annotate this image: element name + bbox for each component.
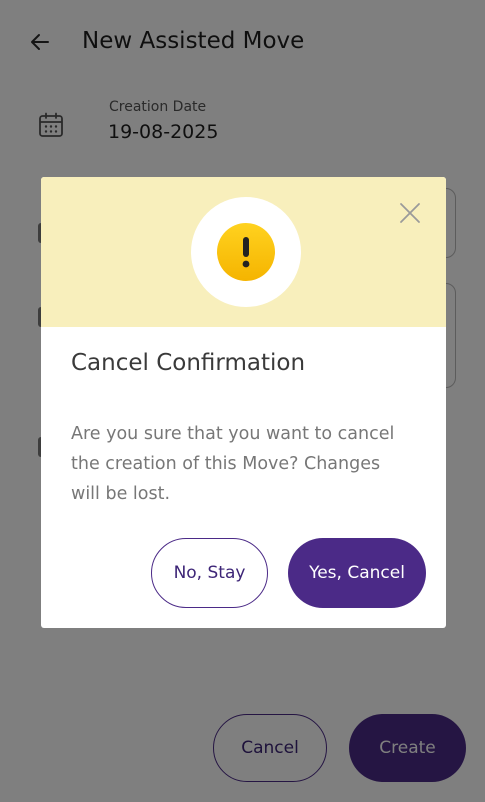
cancel-confirmation-dialog: Cancel Confirmation Are you sure that yo… bbox=[41, 177, 446, 628]
yes-cancel-button[interactable]: Yes, Cancel bbox=[288, 538, 426, 608]
exclamation-icon bbox=[242, 237, 250, 268]
dialog-banner bbox=[41, 177, 446, 327]
no-stay-button[interactable]: No, Stay bbox=[151, 538, 268, 608]
dialog-message: Are you sure that you want to cancel the… bbox=[71, 424, 395, 504]
dialog-title: Cancel Confirmation bbox=[71, 350, 306, 376]
warning-icon-container bbox=[191, 197, 301, 307]
warning-icon bbox=[217, 223, 275, 281]
close-icon[interactable] bbox=[398, 201, 422, 225]
